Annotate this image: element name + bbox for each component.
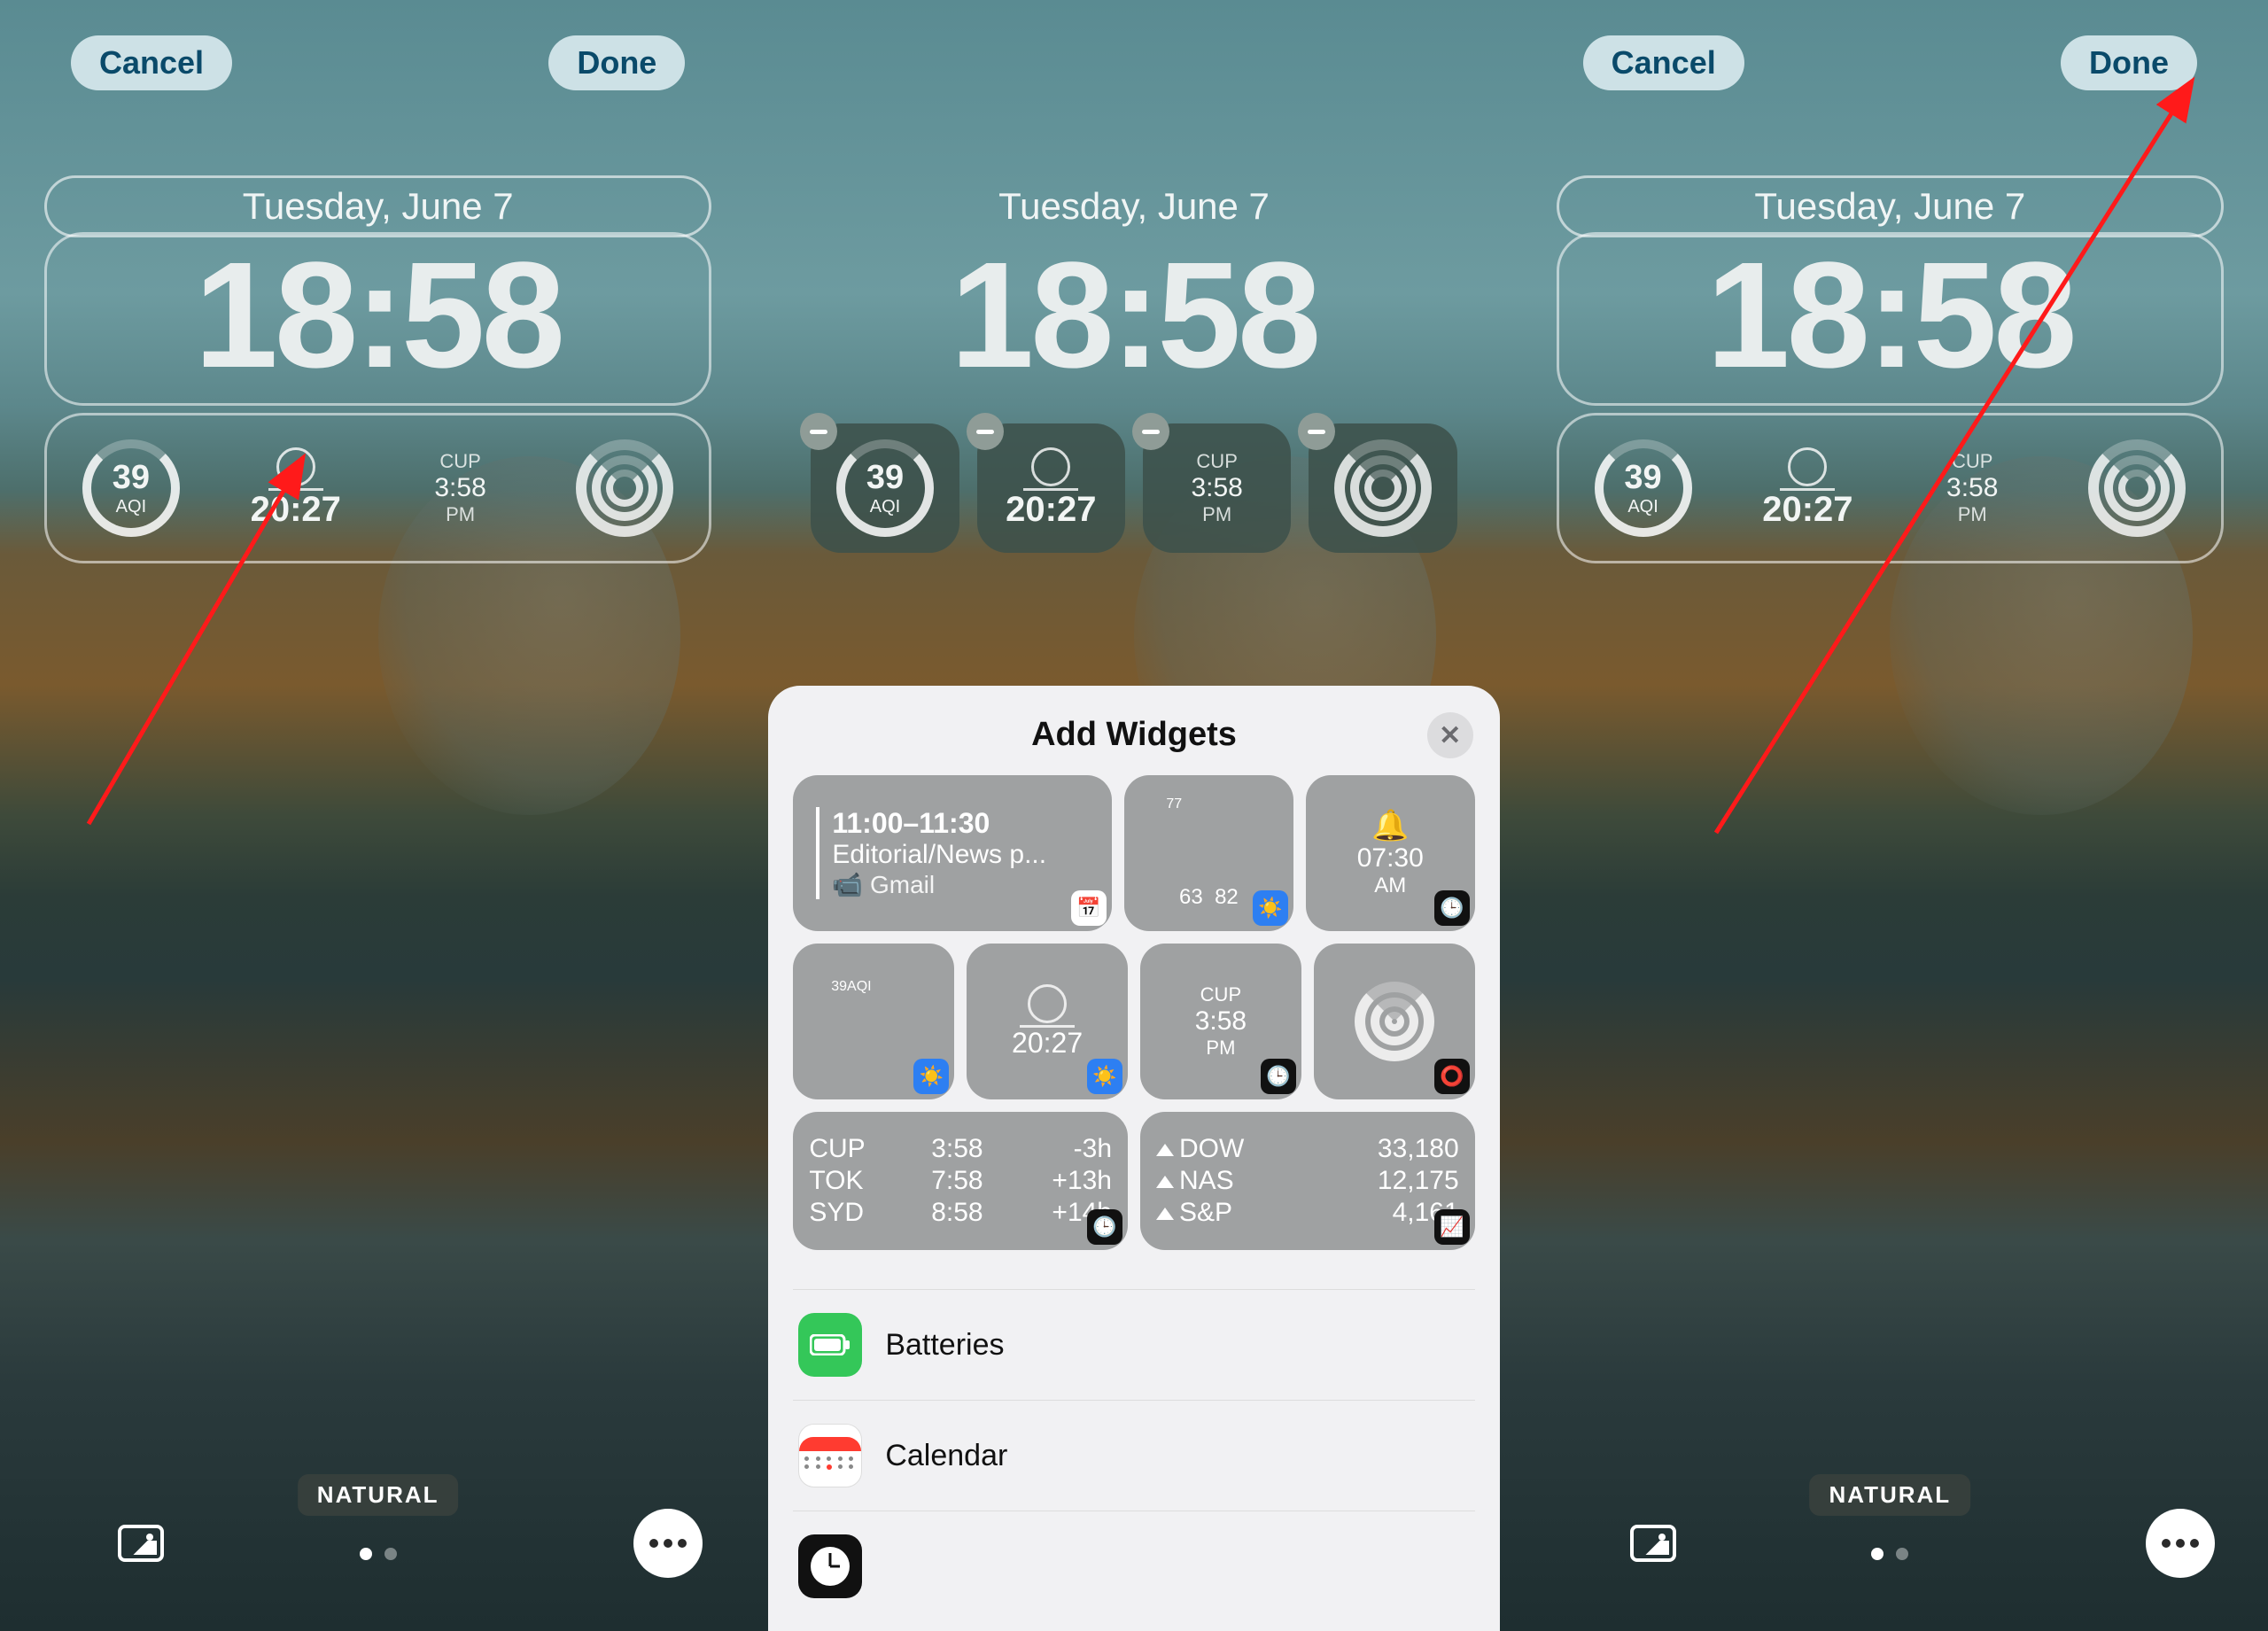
sunset-icon (1031, 447, 1070, 486)
widgets-editing-row: 39AQI 20:27 CUP 3:58 PM (800, 413, 1467, 563)
alarm-widget-option[interactable]: 🔔 07:30 AM 🕒 (1306, 775, 1475, 931)
sunset-widget-option[interactable]: 20:27 ☀️ (967, 944, 1128, 1099)
sunset-icon (1028, 984, 1067, 1023)
weather-app-icon: ☀️ (1253, 890, 1288, 926)
calendar-event-widget-option[interactable]: 11:00–11:30 Editorial/News p... 📹 Gmail … (793, 775, 1112, 931)
stocks-widget-option[interactable]: DOW33,180 NAS12,175 S&P4,161 📈 (1140, 1112, 1475, 1250)
time-display: 18:58 (800, 232, 1467, 406)
more-options-button[interactable] (2146, 1509, 2215, 1578)
batteries-app-icon (798, 1313, 862, 1377)
page-indicator (1871, 1548, 1908, 1560)
cup-clock-widget-option[interactable]: CUP 3:58 PM 🕒 (1140, 944, 1301, 1099)
aqi-widget-option[interactable]: 39AQI ☀️ (793, 944, 954, 1099)
top-button-row: Cancel Done (0, 35, 756, 90)
panel-2-add-widgets: Tuesday, June 7 18:58 39AQI 20:27 CUP 3:… (756, 0, 1511, 1631)
panel-1-lockscreen-edit: Cancel Done Tuesday, June 7 18:58 39AQI … (0, 0, 756, 1631)
activity-widget-editing[interactable] (1309, 423, 1456, 553)
remove-widget-button[interactable] (1298, 413, 1335, 450)
app-row-clock[interactable] (793, 1511, 1474, 1621)
done-button[interactable]: Done (548, 35, 685, 90)
cup-widget-editing[interactable]: CUP 3:58 PM (1143, 423, 1291, 553)
panel-3-lockscreen-done: Cancel Done Tuesday, June 7 18:58 39AQI … (1512, 0, 2268, 1631)
remove-widget-button[interactable] (800, 413, 837, 450)
annotation-arrow (80, 443, 319, 837)
ellipsis-icon (649, 1539, 687, 1548)
stocks-app-icon: 📈 (1434, 1209, 1470, 1245)
worldclock-widget-option[interactable]: CUP3:58-3h TOK7:58+13h SYD8:58+14h 🕒 (793, 1112, 1128, 1250)
calendar-app-icon: 📅 (1071, 890, 1107, 926)
cancel-button[interactable]: Cancel (71, 35, 232, 90)
fitness-app-icon: ⭕ (1434, 1059, 1470, 1094)
aqi-widget-editing[interactable]: 39AQI (811, 423, 959, 553)
ellipsis-icon (2162, 1539, 2199, 1548)
app-row-batteries[interactable]: Batteries (793, 1289, 1474, 1400)
sunset-widget-editing[interactable]: 20:27 (977, 423, 1125, 553)
photo-icon (1630, 1525, 1676, 1562)
aqi-widget[interactable]: 39AQI (1570, 426, 1717, 550)
activity-widget[interactable] (551, 426, 698, 550)
annotation-arrow (1707, 75, 2203, 850)
sheet-title: Add Widgets (793, 716, 1474, 754)
weather-app-icon: ☀️ (1087, 1059, 1122, 1094)
app-row-calendar[interactable]: Calendar (793, 1400, 1474, 1511)
weather-widget-option[interactable]: 77 63 82 ☀️ (1124, 775, 1293, 931)
app-label: Batteries (885, 1328, 1004, 1363)
photo-filter-chip[interactable]: NATURAL (298, 1474, 459, 1516)
clock-app-icon: 🕒 (1434, 890, 1470, 926)
activity-widget-option[interactable]: ⭕ (1314, 944, 1475, 1099)
date-display: Tuesday, June 7 (800, 175, 1467, 237)
date-widget-slot[interactable]: Tuesday, June 7 (44, 175, 711, 237)
clock-app-icon: 🕒 (1261, 1059, 1296, 1094)
clock-app-icon (798, 1534, 862, 1598)
photo-icon (118, 1525, 164, 1562)
page-indicator (360, 1548, 397, 1560)
remove-widget-button[interactable] (967, 413, 1004, 450)
clock-app-icon: 🕒 (1087, 1209, 1122, 1245)
weather-app-icon: ☀️ (913, 1059, 949, 1094)
close-sheet-button[interactable]: ✕ (1427, 712, 1473, 758)
worldclock-cup-widget[interactable]: CUP 3:58 PM (387, 426, 534, 550)
photo-library-button[interactable] (106, 1509, 175, 1578)
photo-filter-chip[interactable]: NATURAL (1809, 1474, 1970, 1516)
remove-widget-button[interactable] (1132, 413, 1169, 450)
photo-library-button[interactable] (1619, 1509, 1688, 1578)
more-options-button[interactable] (633, 1509, 703, 1578)
add-widgets-sheet: ✕ Add Widgets 11:00–11:30 Editorial/News… (768, 686, 1499, 1631)
time-widget-slot[interactable]: 18:58 (44, 232, 711, 406)
app-label: Calendar (885, 1439, 1007, 1473)
calendar-app-icon (798, 1424, 862, 1487)
